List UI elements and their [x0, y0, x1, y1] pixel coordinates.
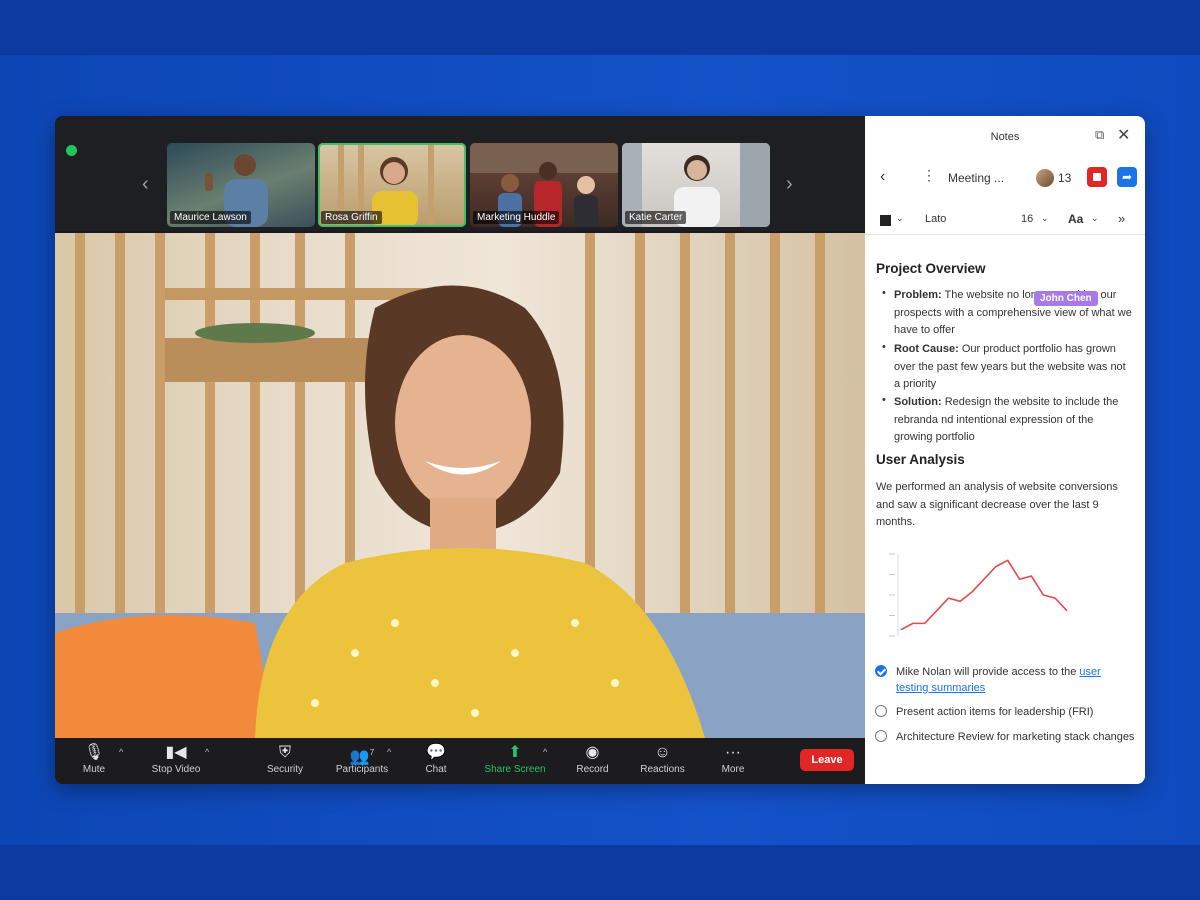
color-chevron-down-icon[interactable]: ⌄: [896, 213, 904, 224]
mute-button[interactable]: 🎙 Mute: [79, 742, 109, 775]
font-size-select[interactable]: 16: [1021, 213, 1033, 225]
stop-sharing-button[interactable]: [1087, 167, 1107, 187]
participant-tile[interactable]: Katie Carter: [622, 143, 770, 227]
collaborator-avatar[interactable]: [1036, 169, 1054, 187]
security-button[interactable]: ⛨ Security: [260, 742, 310, 775]
participant-strip: ‹ Maurice Lawson Rosa Griffin Marketing …: [55, 116, 865, 231]
background-band-top: [0, 0, 1200, 55]
background-band-bottom: [0, 845, 1200, 900]
shield-icon: ⛨: [278, 744, 291, 761]
participant-name: Maurice Lawson: [170, 211, 251, 224]
reactions-button[interactable]: ☺ Reactions: [635, 742, 690, 775]
record-icon: ◉: [585, 744, 600, 761]
pop-out-icon[interactable]: ⧉: [1095, 127, 1104, 143]
size-chevron-down-icon[interactable]: ⌄: [1041, 213, 1049, 224]
checklist-item[interactable]: Present action items for leadership (FRI…: [875, 704, 1135, 722]
checklist-item[interactable]: Mike Nolan will provide access to the us…: [875, 664, 1135, 698]
notes-header: ‹ ⋮ Meeting ... 13 ➦: [865, 162, 1145, 192]
checklist-item[interactable]: Architecture Review for marketing stack …: [875, 729, 1135, 763]
participant-name: Katie Carter: [625, 211, 687, 224]
share-note-button[interactable]: ➦: [1117, 167, 1137, 187]
encryption-shield-icon[interactable]: [66, 145, 77, 156]
bullet-item: Solution: Redesign the website to includ…: [894, 396, 1119, 443]
microphone-icon: 🎙: [83, 744, 105, 761]
analysis-paragraph: We performed an analysis of website conv…: [876, 481, 1118, 528]
checkbox[interactable]: [875, 730, 887, 742]
kebab-menu-icon[interactable]: ⋮: [922, 167, 936, 184]
checkbox[interactable]: [875, 705, 887, 717]
participant-name: Marketing Huddle: [473, 211, 560, 224]
bullet-item: Problem: The website no longer provides …: [894, 289, 1132, 336]
participant-tile[interactable]: Marketing Huddle: [470, 143, 618, 227]
mute-options-chevron-icon[interactable]: ^: [119, 747, 123, 757]
formatting-toolbar: ⌄ Lato 16 ⌄ Aa ⌄ »: [865, 208, 1145, 235]
share-options-chevron-icon[interactable]: ^: [543, 747, 547, 757]
document-title[interactable]: Meeting ...: [948, 171, 1004, 185]
participant-tile-active[interactable]: Rosa Griffin: [318, 143, 466, 227]
collaborator-count: 13: [1058, 171, 1072, 185]
active-speaker-video: [55, 233, 865, 738]
reactions-icon: ☺: [654, 744, 671, 761]
participant-name: Rosa Griffin: [321, 211, 382, 224]
style-chevron-down-icon[interactable]: ⌄: [1091, 213, 1099, 224]
back-chevron-icon[interactable]: ‹: [880, 168, 885, 186]
section-heading: User Analysis: [876, 452, 965, 467]
meeting-window: ‹ Maurice Lawson Rosa Griffin Marketing …: [55, 116, 1145, 784]
text-color-swatch[interactable]: [880, 215, 891, 226]
chat-button[interactable]: 💬 Chat: [421, 742, 451, 775]
conversion-line-chart: [889, 553, 1068, 637]
participant-tile[interactable]: Maurice Lawson: [167, 143, 315, 227]
stop-video-button[interactable]: ▮◀ Stop Video: [145, 742, 207, 775]
chat-bubble-icon: 💬: [426, 744, 446, 761]
section-heading: Project Overview: [876, 261, 986, 276]
more-dots-icon: ···: [725, 744, 741, 761]
prev-page-icon[interactable]: ‹: [142, 174, 149, 194]
video-camera-icon: ▮◀: [165, 744, 187, 761]
video-area: ‹ Maurice Lawson Rosa Griffin Marketing …: [55, 116, 865, 784]
text-style-button[interactable]: Aa: [1068, 212, 1083, 226]
next-page-icon[interactable]: ›: [786, 174, 793, 194]
participants-options-chevron-icon[interactable]: ^: [387, 747, 391, 757]
notes-panel: Notes ⧉ ✕ ‹ ⋮ Meeting ... 13 ➦ ⌄ Lato 16…: [865, 116, 1145, 784]
more-formatting-icon[interactable]: »: [1118, 211, 1125, 226]
conversion-series-line: [900, 559, 1068, 631]
checkbox-checked[interactable]: [875, 665, 887, 677]
meeting-toolbar: 🎙 Mute ^ ▮◀ Stop Video ^ ⛨ Security 👥7 P…: [55, 738, 865, 784]
speaker-figure: [55, 285, 865, 738]
record-button[interactable]: ◉ Record: [570, 742, 615, 775]
more-button[interactable]: ··· More: [715, 742, 751, 775]
close-icon[interactable]: ✕: [1117, 125, 1130, 145]
video-options-chevron-icon[interactable]: ^: [205, 747, 209, 757]
bullet-item: Root Cause: Our product portfolio has gr…: [894, 343, 1126, 390]
collaborator-cursor-label: John Chen: [1034, 291, 1098, 306]
font-family-select[interactable]: Lato: [925, 213, 946, 225]
leave-button[interactable]: Leave: [800, 749, 854, 771]
